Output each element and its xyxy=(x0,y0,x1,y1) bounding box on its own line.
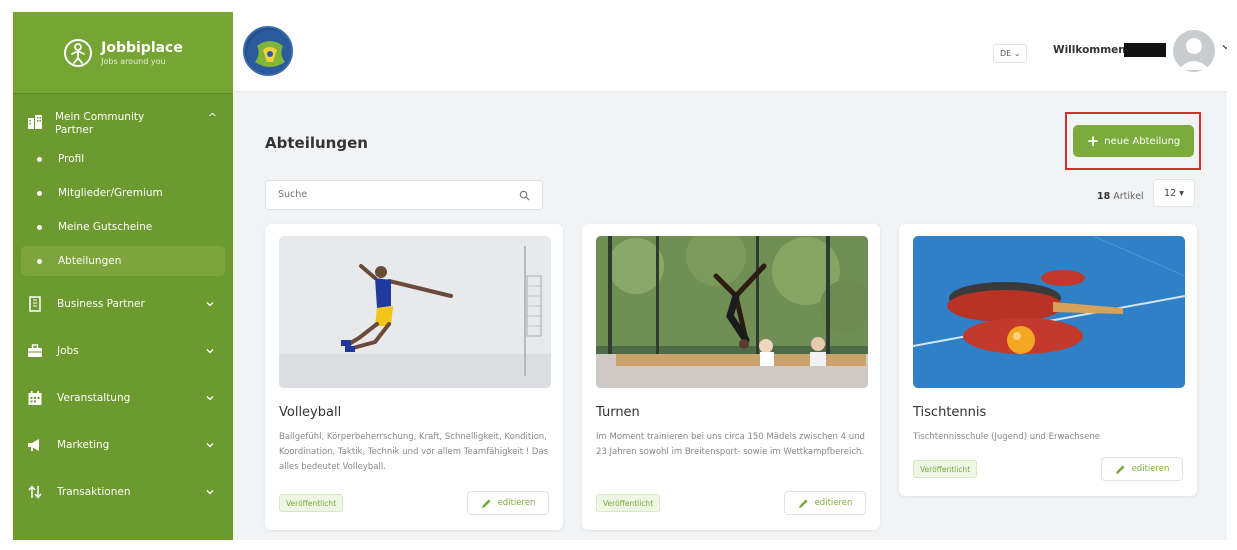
sidebar-item-label: Meine Gutscheine xyxy=(58,221,153,233)
card-description: Ballgefühl, Körperbeherrschung, Kraft, S… xyxy=(279,432,549,472)
department-card-volleyball: Volleyball Ballgefühl, Körperbeherrschun… xyxy=(265,224,563,530)
search-input[interactable] xyxy=(278,189,498,200)
sidebar-item-label: Transaktionen xyxy=(57,485,131,498)
sidebar-item-label: Marketing xyxy=(57,438,110,451)
plus-icon: + xyxy=(1086,132,1100,150)
welcome-text: Willkommen, xyxy=(1053,44,1130,56)
new-department-button[interactable]: + neue Abteilung xyxy=(1073,125,1194,157)
bullet-icon xyxy=(37,258,42,264)
sidebar-item-label: Abteilungen xyxy=(58,255,122,267)
bullet-icon xyxy=(37,224,42,230)
card-description: Im Moment trainieren bei uns circa 150 M… xyxy=(596,432,865,457)
app-logo[interactable]: Jobbiplace Jobs around you xyxy=(13,12,233,94)
logo-subtitle: Jobs around you xyxy=(101,56,166,66)
sidebar-item-jobs[interactable]: Jobs xyxy=(13,327,233,374)
sidebar-item-business-partner[interactable]: Business Partner xyxy=(13,280,233,327)
item-count-number: 18 xyxy=(1097,191,1111,202)
chevron-up-icon: ^ xyxy=(207,111,217,124)
club-crest-icon xyxy=(247,30,291,74)
chevron-down-icon[interactable] xyxy=(1221,42,1227,52)
item-count: 18 Artikel xyxy=(1097,191,1144,202)
department-card-tischtennis: Tischtennis Tischtennisschule (Jugend) u… xyxy=(899,224,1197,496)
edit-label: editieren xyxy=(497,498,536,508)
search-icon xyxy=(519,190,530,201)
status-badge: Veröffentlicht xyxy=(596,494,661,512)
building-icon xyxy=(29,295,41,312)
edit-button[interactable]: editieren xyxy=(784,491,866,515)
sidebar-item-mitglieder[interactable]: Mitglieder/Gremium xyxy=(21,178,225,208)
language-select[interactable]: DE ⌄ xyxy=(993,44,1028,63)
status-badge: Veröffentlicht xyxy=(279,494,344,512)
edit-label: editieren xyxy=(1131,464,1170,474)
pencil-icon xyxy=(798,498,808,508)
tischtennis-image xyxy=(913,236,1185,388)
buildings-icon xyxy=(28,115,42,129)
logo-icon xyxy=(64,38,93,67)
pencil-icon xyxy=(481,498,491,508)
pencil-icon xyxy=(1115,464,1125,474)
sidebar-item-veranstaltung[interactable]: Veranstaltung xyxy=(13,374,233,421)
sidebar-item-label: Business Partner xyxy=(57,297,145,310)
card-description: Tischtennisschule (Jugend) und Erwachsen… xyxy=(913,432,1100,442)
app-window: Jobbiplace Jobs around you Mein Communit… xyxy=(13,12,1227,540)
megaphone-icon xyxy=(28,438,39,451)
briefcase-icon xyxy=(28,343,42,357)
edit-button[interactable]: editieren xyxy=(1101,457,1183,481)
sidebar-item-abteilungen[interactable]: Abteilungen xyxy=(21,246,225,276)
section-label-line1: Mein Community xyxy=(55,111,145,123)
bullet-icon xyxy=(37,156,42,162)
card-title: Tischtennis xyxy=(913,405,987,420)
bullet-icon xyxy=(37,190,42,196)
avatar[interactable] xyxy=(1173,30,1215,72)
redacted-username xyxy=(1124,43,1166,57)
sidebar-item-marketing[interactable]: Marketing xyxy=(13,421,233,468)
arrows-updown-icon xyxy=(28,484,42,499)
chevron-down-icon xyxy=(206,301,214,306)
chevron-down-icon xyxy=(206,489,214,494)
sidebar-item-label: Profil xyxy=(58,153,85,165)
calendar-icon xyxy=(28,390,42,405)
sidebar-nav: Mein Community Partner ^ Profil Mitglied… xyxy=(13,94,233,515)
page-title: Abteilungen xyxy=(265,134,368,152)
department-card-turnen: Turnen Im Moment trainieren bei uns circ… xyxy=(582,224,880,530)
sidebar-item-transaktionen[interactable]: Transaktionen xyxy=(13,468,233,515)
edit-button[interactable]: editieren xyxy=(467,491,549,515)
edit-label: editieren xyxy=(814,498,853,508)
sidebar-item-label: Mitglieder/Gremium xyxy=(58,187,163,199)
user-avatar-icon xyxy=(1178,38,1210,70)
topbar: DE ⌄ Willkommen, xyxy=(233,12,1227,92)
chevron-down-icon xyxy=(206,395,214,400)
sidebar-item-gutscheine[interactable]: Meine Gutscheine xyxy=(21,212,225,242)
card-title: Turnen xyxy=(596,405,640,420)
logo-title: Jobbiplace xyxy=(101,39,183,56)
sidebar-section-community-partner[interactable]: Mein Community Partner ^ xyxy=(13,106,233,143)
chevron-down-icon xyxy=(206,442,214,447)
status-badge: Veröffentlicht xyxy=(913,460,978,478)
turnen-image xyxy=(596,236,868,388)
section-label-line2: Partner xyxy=(55,124,94,136)
per-page-select[interactable]: 12 ▾ xyxy=(1153,179,1195,207)
new-department-label: neue Abteilung xyxy=(1104,135,1181,147)
card-title: Volleyball xyxy=(279,405,342,420)
sidebar-item-label: Jobs xyxy=(57,344,79,357)
sidebar: Jobbiplace Jobs around you Mein Communit… xyxy=(13,12,233,540)
club-logo[interactable] xyxy=(243,26,293,76)
sidebar-item-label: Veranstaltung xyxy=(57,391,131,404)
item-count-label: Artikel xyxy=(1113,191,1144,202)
chevron-down-icon xyxy=(206,348,214,353)
sidebar-item-profil[interactable]: Profil xyxy=(21,144,225,174)
search-box[interactable] xyxy=(265,180,543,210)
volleyball-image xyxy=(279,236,551,388)
